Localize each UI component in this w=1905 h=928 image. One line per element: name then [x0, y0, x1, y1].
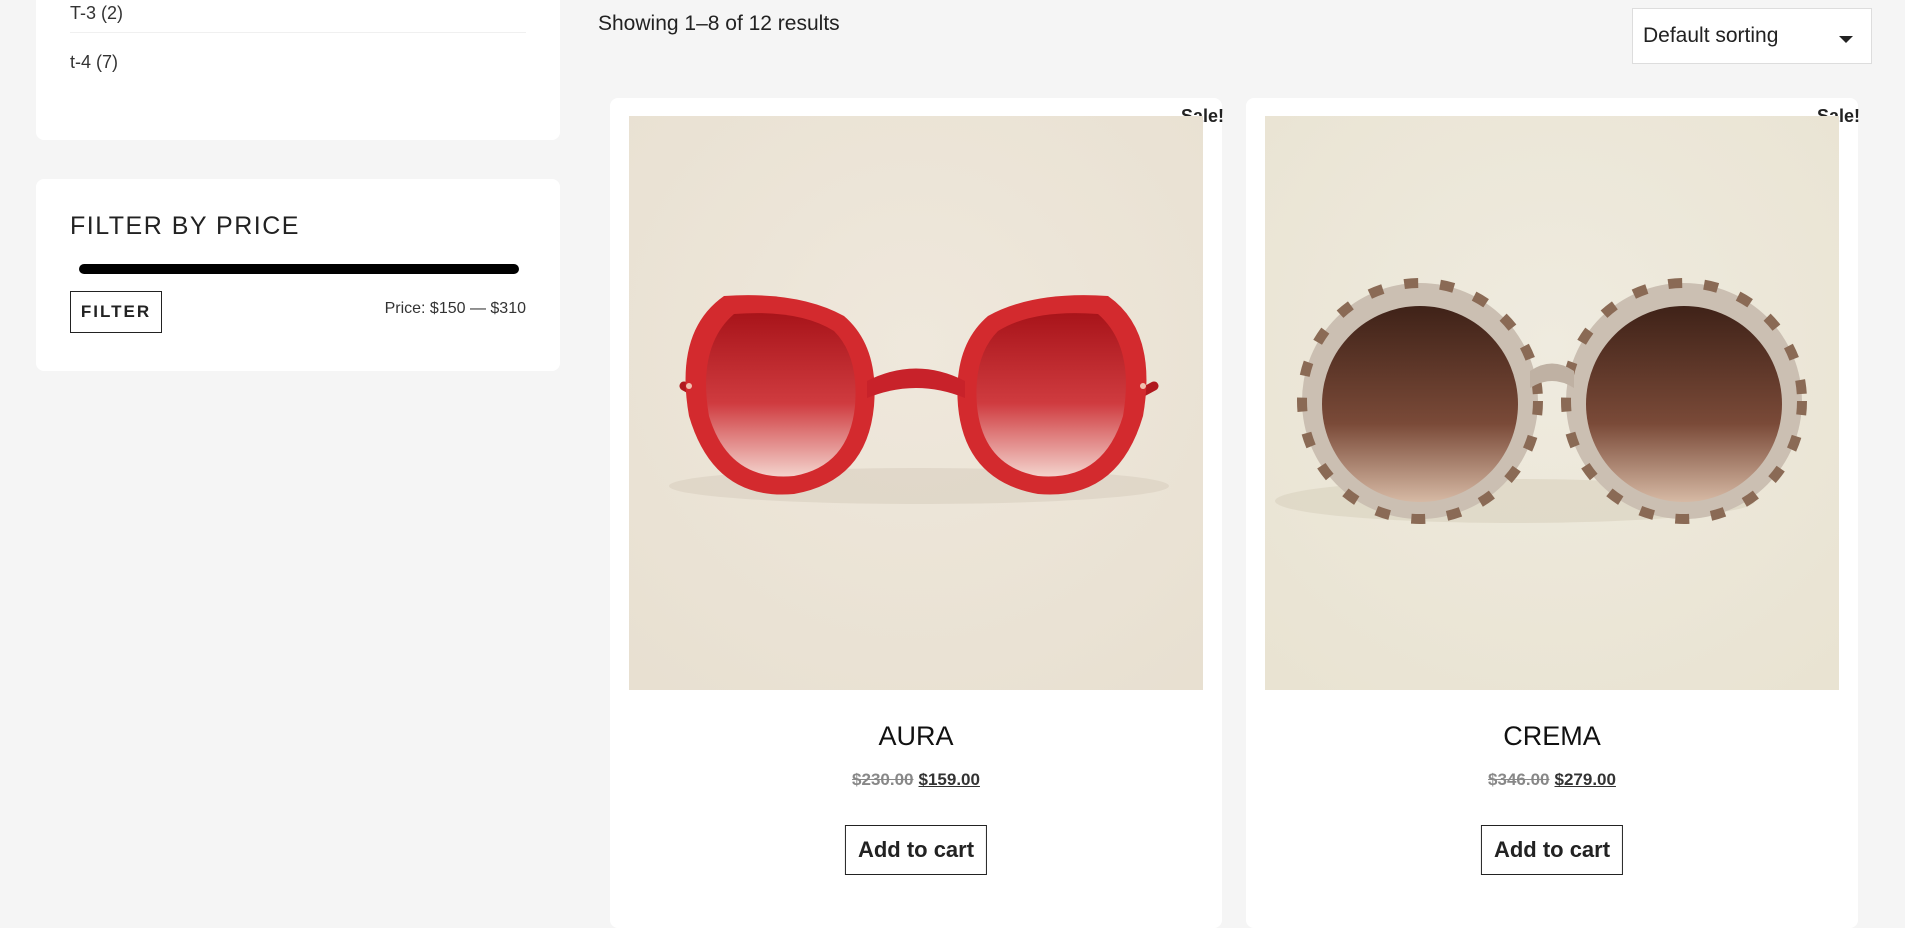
sort-dropdown[interactable]: Default sorting: [1632, 8, 1872, 64]
filter-button[interactable]: FILTER: [70, 291, 162, 333]
product-image-crema[interactable]: [1265, 116, 1839, 690]
price-filter-panel: FILTER BY PRICE FILTER Price: $150 — $31…: [36, 179, 560, 371]
tortoise-round-sunglasses-image: [1265, 116, 1839, 690]
category-list-panel: T-3 (2) t-4 (7): [36, 0, 560, 140]
sort-dropdown-value: Default sorting: [1643, 24, 1779, 47]
category-link-t4[interactable]: t-4 (7): [70, 52, 118, 73]
red-round-sunglasses-image: [629, 116, 1203, 690]
result-count: Showing 1–8 of 12 results: [598, 12, 840, 35]
product-image-aura[interactable]: [629, 116, 1203, 690]
add-to-cart-button[interactable]: Add to cart: [1480, 825, 1624, 875]
category-divider: [70, 32, 526, 33]
product-card-crema: Sale!: [1246, 98, 1860, 928]
sale-price: $279.00: [1554, 770, 1616, 789]
original-price: $346.00: [1488, 770, 1550, 789]
price-range-slider[interactable]: [79, 264, 519, 274]
category-link-t3[interactable]: T-3 (2): [70, 3, 123, 24]
product-name[interactable]: AURA: [610, 721, 1222, 752]
price-range-label: Price: $150 — $310: [384, 300, 526, 317]
product-price: $230.00 $159.00: [610, 770, 1222, 790]
chevron-down-icon: [1839, 36, 1853, 43]
price-filter-title: FILTER BY PRICE: [70, 212, 300, 240]
product-name[interactable]: CREMA: [1246, 721, 1858, 752]
add-to-cart-button[interactable]: Add to cart: [844, 825, 988, 875]
original-price: $230.00: [852, 770, 914, 789]
sale-price: $159.00: [918, 770, 980, 789]
product-card-aura: Sale!: [610, 98, 1224, 928]
product-price: $346.00 $279.00: [1246, 770, 1858, 790]
